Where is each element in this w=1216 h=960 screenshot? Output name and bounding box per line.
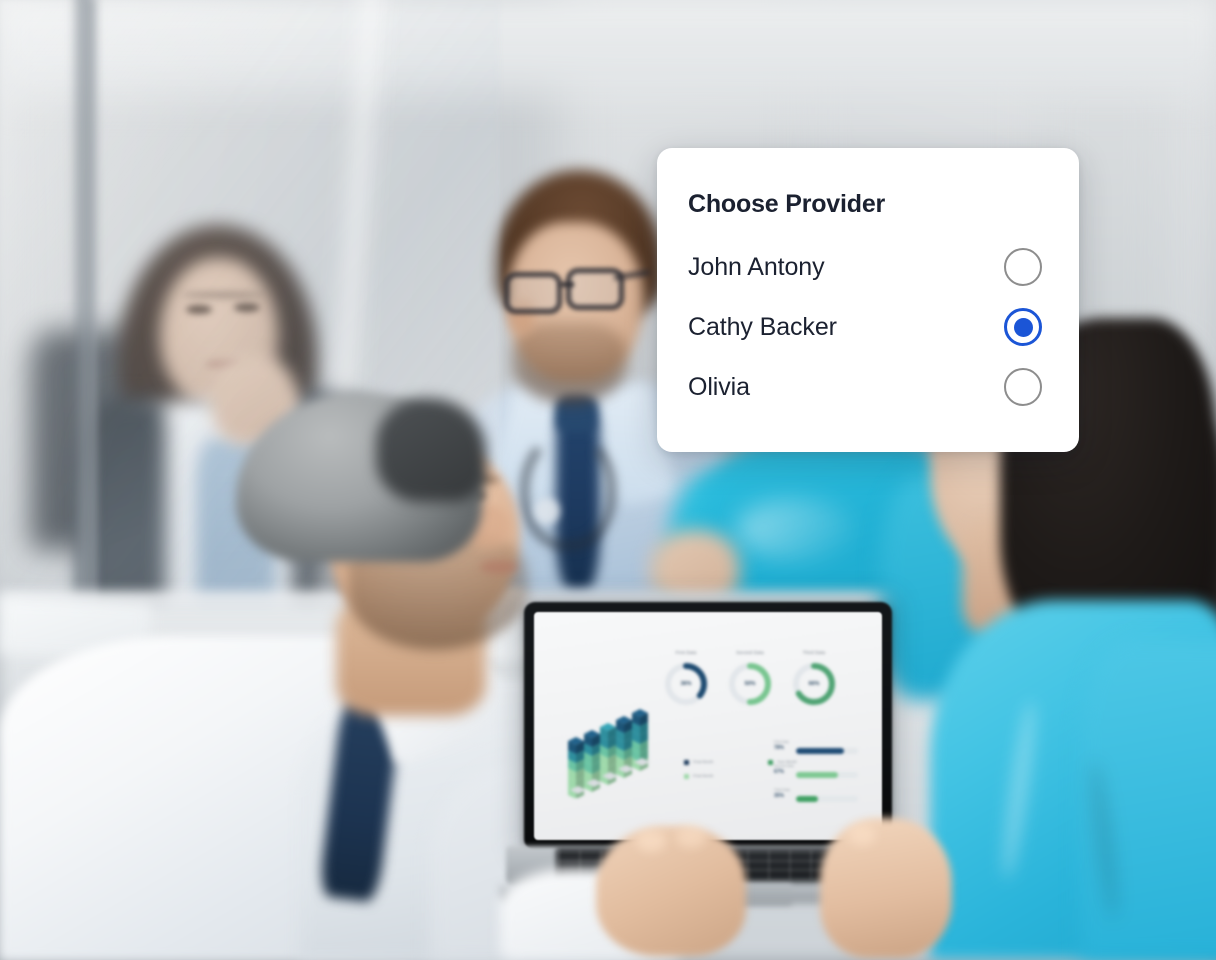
- radio-unchecked-icon[interactable]: [1004, 368, 1042, 406]
- bar-label: First Data: [774, 740, 789, 744]
- donut-value: 66%: [808, 681, 820, 687]
- donut-1: 36%: [663, 661, 709, 707]
- dashboard: 36% First Data 50% Second Data 66% Third Data…: [534, 612, 882, 840]
- provider-option-label: John Antony: [688, 252, 825, 281]
- right-hand-knuckle: [848, 824, 876, 846]
- background-photo: 36% First Data 50% Second Data 66% Third Data…: [0, 0, 1216, 960]
- bar-value: 35%: [774, 793, 785, 799]
- bar-track: [796, 796, 858, 802]
- provider-option-cathy-backer[interactable]: Cathy Backer: [688, 305, 1049, 349]
- radio-unchecked-icon[interactable]: [1004, 248, 1042, 286]
- page-title: Choose Provider: [688, 190, 886, 218]
- donut-value: 50%: [744, 681, 756, 687]
- bar-value: 67%: [774, 769, 785, 775]
- bar-value: 78%: [774, 745, 785, 751]
- scrubs-person-highlight: [736, 500, 856, 560]
- bar-fill: [796, 772, 838, 778]
- man-front-lip: [480, 560, 518, 574]
- stethoscope-bell: [534, 498, 560, 524]
- left-hand-typing: [596, 826, 746, 956]
- bar-track: [796, 748, 858, 754]
- eyeglasses-bridge: [560, 282, 574, 287]
- eyeglasses-lens-left: [504, 272, 562, 314]
- donut-2: 50%: [727, 661, 773, 707]
- donut-label: Second Data: [736, 650, 764, 655]
- right-hand-typing: [820, 818, 952, 958]
- bar-fill: [796, 796, 818, 802]
- legend-label: Final Month: [693, 773, 714, 778]
- legend-swatch: [684, 760, 689, 765]
- donut-label: First Data: [675, 650, 697, 655]
- bar-label: Third Data: [774, 788, 790, 792]
- bar-track: [796, 772, 858, 778]
- provider-option-label: Olivia: [688, 372, 750, 401]
- legend-swatch: [768, 760, 773, 765]
- doctor-beard: [512, 322, 628, 404]
- provider-option-olivia[interactable]: Olivia: [688, 365, 1049, 409]
- provider-option-label: Cathy Backer: [688, 312, 837, 341]
- legend-label: Final Month: [693, 759, 714, 764]
- donut-value: 36%: [680, 681, 692, 687]
- left-hand-knuckle-1: [636, 830, 666, 852]
- man-front-hair-dark: [376, 398, 486, 502]
- laptop-screen: 36% First Data 50% Second Data 66% Third Data…: [534, 612, 882, 840]
- donut-label: Third Data: [802, 650, 826, 655]
- bar-label: Second Data: [774, 764, 794, 768]
- stethoscope: [520, 430, 616, 550]
- legend-swatch: [684, 774, 689, 779]
- choose-provider-card: Choose Provider John Antony Cathy Backer…: [657, 148, 1079, 452]
- left-hand-knuckle-2: [676, 826, 706, 848]
- radio-checked-icon[interactable]: [1004, 308, 1042, 346]
- provider-option-john-antony[interactable]: John Antony: [688, 245, 1049, 289]
- donut-3: 66%: [791, 661, 837, 707]
- radio-dot: [1013, 317, 1033, 337]
- bar-fill: [796, 748, 845, 754]
